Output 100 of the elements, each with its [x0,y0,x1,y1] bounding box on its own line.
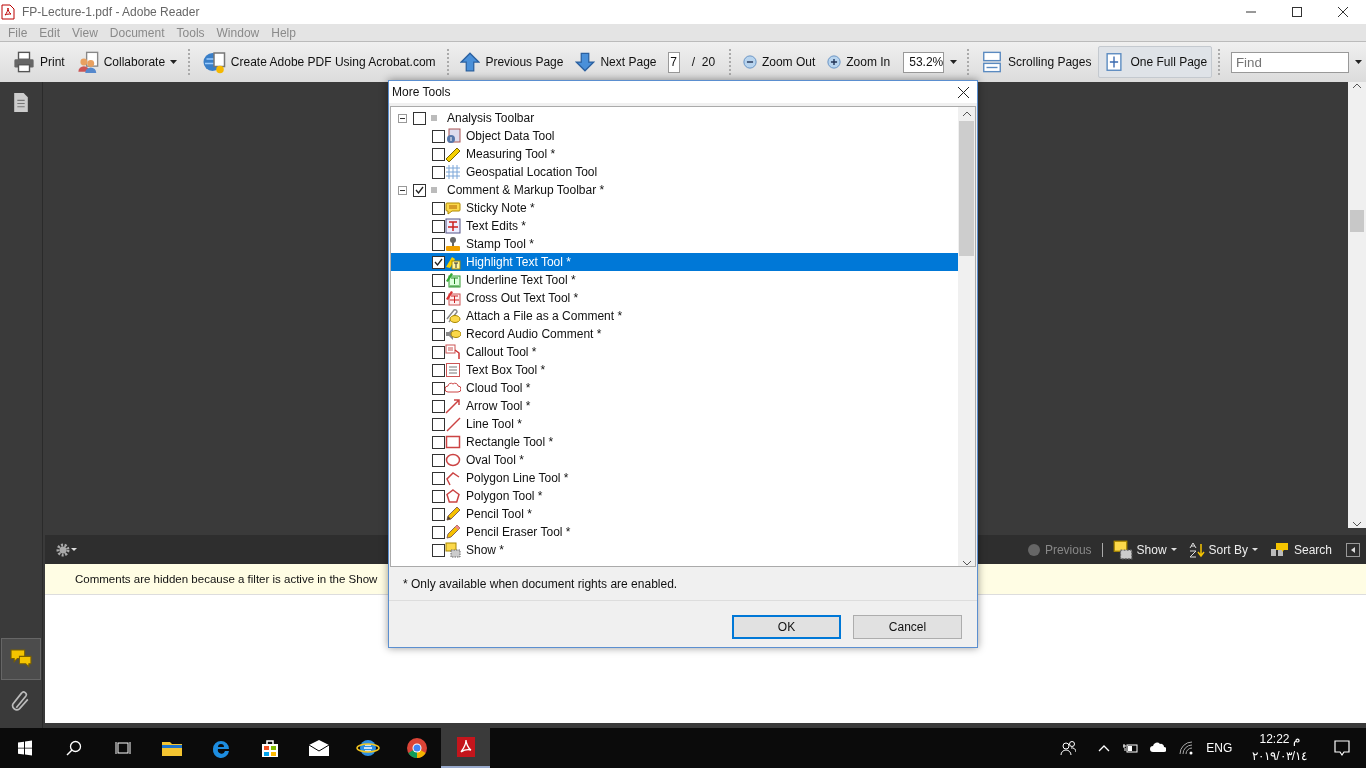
bullet-icon [431,187,437,193]
checkbox[interactable] [432,327,445,341]
scrollbar-thumb[interactable] [1350,210,1364,232]
cloud-icon [445,380,461,396]
print-button[interactable]: Print [8,46,70,78]
tool-row[interactable]: Geospatial Location Tool [391,163,958,181]
checkbox[interactable] [432,399,445,413]
sort-by-button[interactable]: Sort By [1182,541,1264,558]
tool-row[interactable]: Oval Tool * [391,451,958,469]
tool-row[interactable]: Text Box Tool * [391,361,958,379]
checkbox[interactable] [432,543,445,557]
checkbox[interactable] [432,129,445,143]
checkbox[interactable] [432,435,445,449]
zoom-in-button[interactable]: Zoom In [822,46,896,78]
search-button[interactable]: Search [1263,540,1338,559]
caret-icon [170,60,178,64]
oval-icon [445,452,461,468]
checkbox[interactable] [432,255,445,269]
clock-date: ٢٠١٩/٠٣/١٤ [1252,748,1307,765]
checkbox[interactable] [432,417,445,431]
tool-row[interactable]: Polygon Tool * [391,487,958,505]
tool-row[interactable]: Callout Tool * [391,343,958,361]
collapse-toggle-icon[interactable] [398,185,407,195]
checkbox[interactable] [432,273,445,287]
speaker-icon [445,326,461,342]
tool-row[interactable]: Sticky Note * [391,199,958,217]
tool-row[interactable]: Show * [391,541,958,559]
tool-row[interactable]: Measuring Tool * [391,145,958,163]
checkbox[interactable] [432,237,445,251]
previous-icon [1026,542,1041,557]
scrollbar[interactable] [1348,82,1366,528]
zoom-field[interactable]: 53.2% [903,51,945,73]
checkbox[interactable] [432,165,445,179]
checkbox[interactable] [432,309,445,323]
document-info-icon [445,128,461,144]
stamp-icon [445,236,461,252]
next-page-button[interactable]: Next Page [570,46,662,78]
scrolling-pages-button[interactable]: Scrolling Pages [976,46,1097,78]
checkbox[interactable] [432,147,445,161]
checkbox[interactable] [432,471,445,485]
wifi-icon [1178,740,1195,756]
tool-row[interactable]: Pencil Eraser Tool * [391,523,958,541]
scrolling-pages-icon [981,51,1004,73]
checkbox[interactable] [432,201,445,215]
show-button[interactable]: Show [1106,539,1183,560]
tool-row[interactable]: Rectangle Tool * [391,433,958,451]
tool-row[interactable]: Stamp Tool * [391,235,958,253]
checkbox[interactable] [432,219,445,233]
tool-row[interactable]: Cloud Tool * [391,379,958,397]
polyline-icon [445,470,461,486]
scrollbar[interactable] [958,107,975,566]
checkbox[interactable] [432,345,445,359]
one-full-page-button[interactable]: One Full Page [1098,46,1213,78]
tool-row[interactable]: Highlight Text Tool * [391,253,958,271]
binoculars-icon [1269,540,1290,559]
people-icon [76,51,99,73]
create-pdf-button[interactable]: Create Adobe PDF Using Acrobat.com [196,46,441,78]
search-icon [65,740,82,756]
tool-row[interactable]: Text Edits * [391,217,958,235]
checkbox[interactable] [432,507,445,521]
find-field[interactable]: Find [1230,51,1349,73]
tool-row[interactable]: Underline Text Tool * [391,271,958,289]
speech-bubble-icon [445,200,461,216]
tool-row[interactable]: Arrow Tool * [391,397,958,415]
checkbox[interactable] [432,453,445,467]
nav-panel-button[interactable] [1,638,41,680]
language-indicator[interactable]: ENG [1206,741,1233,755]
dialog-button[interactable]: OK [732,615,841,639]
tool-row[interactable]: Object Data Tool [391,127,958,145]
tool-row[interactable]: Line Tool * [391,415,958,433]
close-icon [1338,7,1348,17]
checkbox[interactable] [413,183,426,197]
checkbox[interactable] [432,489,445,503]
clock[interactable]: 12:22 م ٢٠١٩/٠٣/١٤ [1252,731,1307,765]
page-number-field[interactable]: 7 [667,51,680,73]
collaborate-button[interactable]: Collaborate [71,46,183,78]
tool-row[interactable]: Attach a File as a Comment * [391,307,958,325]
tool-row[interactable]: Polygon Line Tool * [391,469,958,487]
tool-row[interactable]: Record Audio Comment * [391,325,958,343]
checkbox[interactable] [432,363,445,377]
caret-icon [1170,548,1177,551]
printer-icon [13,51,35,73]
zoom-out-button[interactable]: Zoom Out [737,46,821,78]
checkbox[interactable] [432,381,445,395]
tool-row[interactable]: Pencil Tool * [391,505,958,523]
scrollbar-thumb[interactable] [959,121,974,256]
collapse-button[interactable] [1346,542,1360,557]
checkbox[interactable] [432,525,445,539]
checkbox[interactable] [432,291,445,305]
dialog-button[interactable]: Cancel [853,615,962,639]
tool-row[interactable]: Cross Out Text Tool * [391,289,958,307]
close-icon[interactable] [958,86,969,98]
group-label: Analysis Toolbar [447,111,535,125]
collapse-toggle-icon[interactable] [398,113,407,123]
previous-page-button[interactable]: Previous Page [455,46,569,78]
text-edit-icon [445,218,461,234]
page-count: / 20 [691,55,716,69]
speech-bubbles-icon [10,648,32,670]
zoom-in-icon [827,55,842,69]
checkbox[interactable] [413,111,426,125]
